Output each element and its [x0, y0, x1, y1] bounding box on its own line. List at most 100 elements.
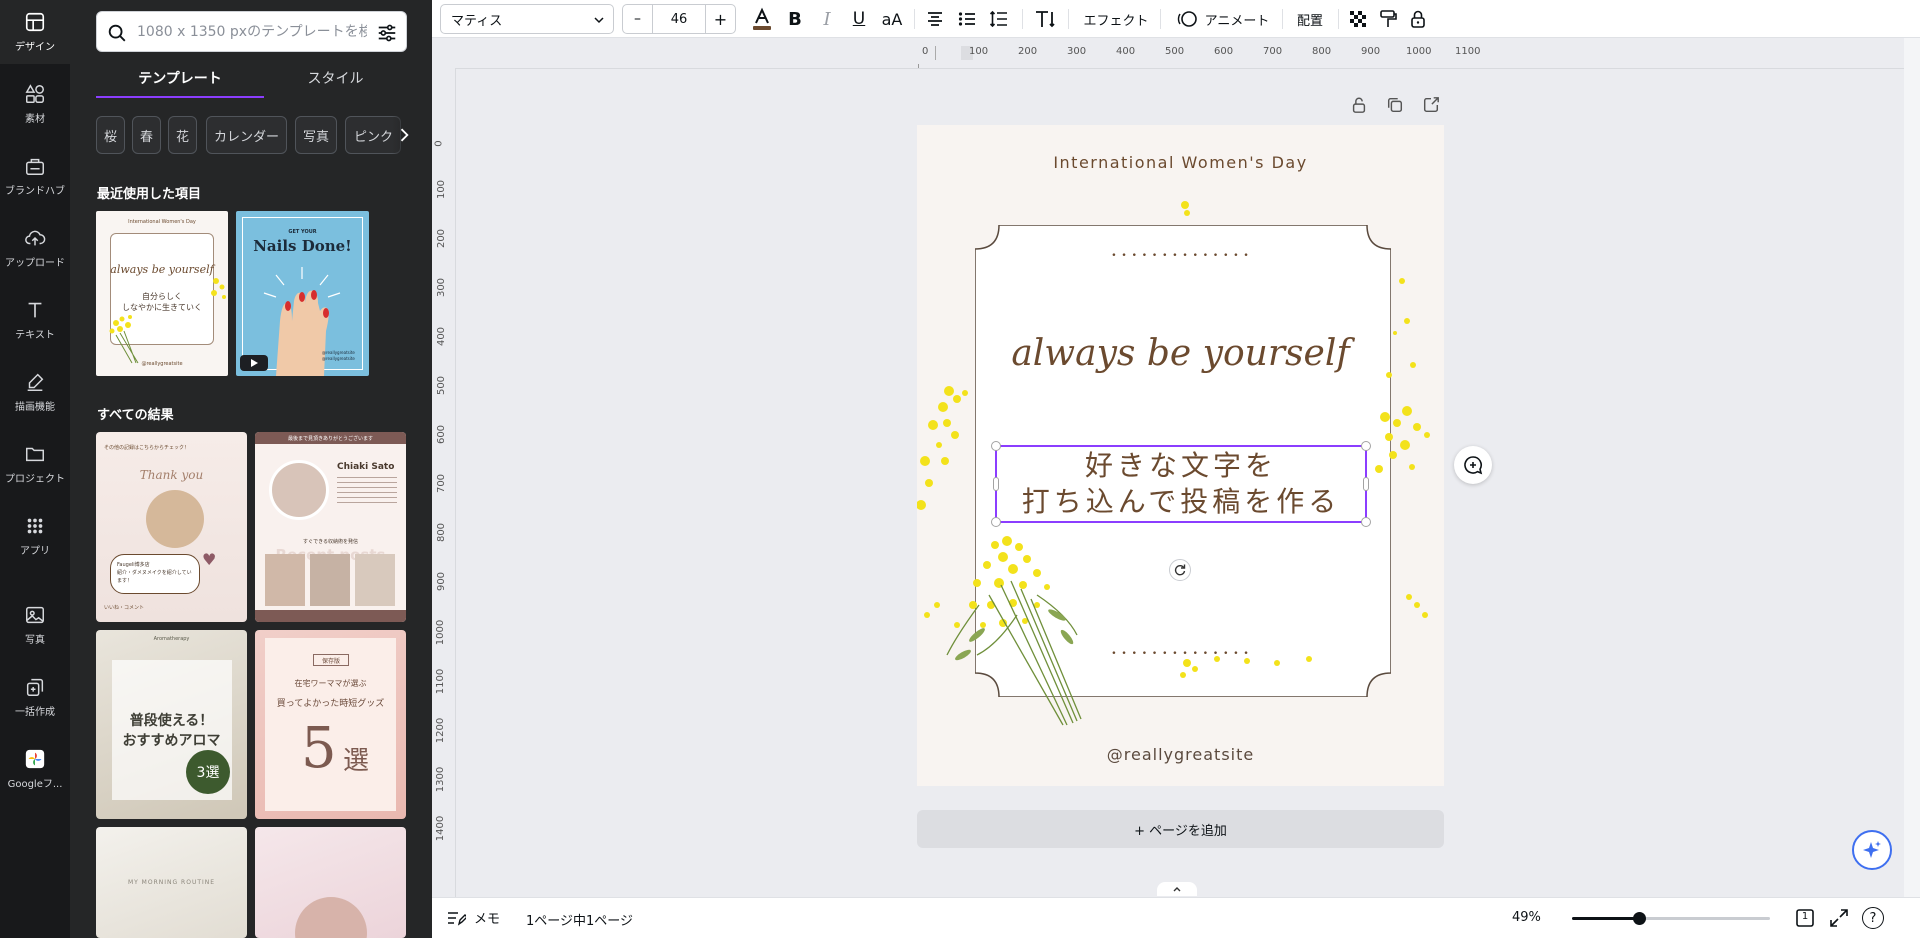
thumb-line1: 普段使える！ [129, 713, 214, 729]
rail-label: アップロード [5, 258, 65, 269]
rail-draw[interactable]: 描画機能 [0, 360, 70, 424]
chip-spring[interactable]: 春 [132, 116, 161, 154]
thumb-text: いいね・コメント [104, 605, 145, 611]
font-select[interactable]: マティス [440, 4, 614, 34]
chip-sakura[interactable]: 桜 [96, 116, 125, 154]
transparency-button[interactable] [1344, 4, 1372, 34]
underline-button[interactable]: U [844, 4, 874, 34]
help-icon: ? [1869, 910, 1877, 926]
templates-panel: テンプレート スタイル 桜 春 花 カレンダー 写真 ピンク 最近使用した項目 … [70, 0, 432, 938]
ruler-label: 700 [436, 473, 448, 494]
ruler-label: 200 [436, 228, 448, 249]
chip-photo[interactable]: 写真 [295, 116, 337, 154]
letter-case-button[interactable]: aA [876, 4, 908, 34]
notes-button[interactable]: メモ [446, 908, 500, 927]
result-thumb-goods[interactable]: 保存版 在宅ワーママが選ぶ 買ってよかった時短グッズ 5 選 [255, 630, 406, 819]
italic-button[interactable]: I [812, 4, 842, 34]
ruler-label: 500 [1165, 46, 1185, 57]
result-thumb-pink[interactable] [255, 827, 406, 938]
help-button[interactable]: ? [1862, 907, 1884, 929]
upload-icon [25, 230, 46, 246]
vertical-scrollbar[interactable] [1904, 38, 1920, 897]
tab-underline [96, 96, 264, 98]
rail-label: ブランドハブ [5, 186, 65, 197]
text-color-icon [753, 7, 771, 30]
magic-assistant-button[interactable] [1852, 830, 1892, 870]
add-comment-button[interactable] [1454, 446, 1492, 484]
result-thumb-thank-you[interactable]: その他の記録はこちらからチェック！ Thank you Faugeli博多店 紹介… [96, 432, 247, 622]
rail-brand[interactable]: ブランドハブ [0, 144, 70, 208]
photo-icon [26, 606, 44, 624]
rail-elements[interactable]: 素材 [0, 72, 70, 136]
result-thumb-aroma[interactable]: Aromatherapy 普段使える！ おすすめアロマ 3選 [96, 630, 247, 819]
thumb-text: 最後まで見頂きありがとうございます [255, 432, 406, 444]
copy-style-button[interactable] [1374, 4, 1402, 34]
ruler-tick [918, 64, 919, 68]
thumb-script: Thank you [139, 468, 204, 482]
align-button[interactable] [920, 4, 950, 34]
position-button[interactable]: 配置 [1288, 4, 1332, 34]
rail-upload[interactable]: アップロード [0, 216, 70, 280]
bullet-list-icon [958, 12, 975, 26]
chevron-right-icon[interactable] [394, 125, 414, 145]
handle-text[interactable]: @reallygreatsite [917, 745, 1444, 764]
rail-text[interactable]: テキスト [0, 288, 70, 352]
zoom-slider-knob[interactable] [1633, 912, 1646, 925]
fullscreen-button[interactable] [1828, 907, 1850, 933]
rail-design[interactable]: デザイン [0, 0, 70, 64]
font-size-input[interactable]: 46 [653, 5, 705, 33]
bold-button[interactable]: B [780, 4, 810, 34]
duplicate-page-icon[interactable] [1386, 96, 1404, 114]
rail-bulk-create[interactable]: 一括作成 [0, 665, 70, 729]
ruler-label: 200 [1018, 46, 1038, 57]
chip-flower[interactable]: 花 [168, 116, 197, 154]
ruler-label: 300 [436, 277, 448, 298]
result-thumb-profile[interactable]: 最後まで見頂きありがとうございます Chiaki Sato すぐできる収納術を発… [255, 432, 406, 622]
chevron-up-icon [1173, 887, 1181, 892]
effects-button[interactable]: エフェクト [1076, 4, 1156, 34]
apps-icon [27, 518, 43, 534]
ruler-label: 1100 [1455, 46, 1481, 57]
tab-templates[interactable]: テンプレート [96, 68, 264, 88]
design-page[interactable]: International Women's Day • • • • • • • … [917, 125, 1444, 786]
chip-calendar[interactable]: カレンダー [206, 116, 287, 154]
add-page-button[interactable]: + ページを追加 [917, 810, 1444, 848]
thumb-line2: 買ってよかった時短グッズ [276, 699, 385, 709]
recent-thumb-nails[interactable]: GET YOUR Nails Done! @reallygreatsite @re… [236, 211, 369, 376]
search-input[interactable] [137, 22, 367, 42]
result-thumb-morning[interactable]: MY MORNING ROUTINE [96, 827, 247, 938]
rail-apps[interactable]: アプリ [0, 504, 70, 568]
animate-button[interactable]: アニメート [1168, 4, 1278, 34]
rail-google-photos[interactable]: Googleフ... [0, 737, 70, 801]
zoom-slider[interactable] [1572, 912, 1770, 925]
rail-label: Googleフ... [7, 779, 63, 790]
toolbar-divider [1022, 9, 1023, 29]
toolbar-divider [1338, 9, 1339, 29]
vertical-text-button[interactable] [1030, 4, 1060, 34]
spacing-button[interactable] [984, 4, 1014, 34]
zoom-level[interactable]: 49% [1512, 910, 1541, 925]
toolbar-divider [914, 9, 915, 29]
thumb-text: 紹介・ダメヌメイクを紹介しています！ [117, 570, 192, 584]
font-size-increase-button[interactable]: + [705, 5, 735, 33]
rail-label: 一括作成 [15, 707, 55, 718]
rail-photos[interactable]: 写真 [0, 593, 70, 657]
tab-styles[interactable]: スタイル [264, 68, 407, 88]
mimosa-illustration [109, 315, 139, 364]
lock-page-icon[interactable] [1350, 96, 1368, 114]
text-color-button[interactable] [746, 4, 778, 34]
page-number: 1 [1801, 911, 1809, 922]
recent-thumb-womens-day[interactable]: International Women's Day always be your… [96, 211, 228, 376]
list-button[interactable] [952, 4, 982, 34]
thumb-text: @reallygreatsite @reallygreatsite [322, 350, 367, 362]
add-page-icon[interactable] [1422, 96, 1440, 114]
page-title-text[interactable]: International Women's Day [917, 153, 1444, 172]
page-view-button[interactable]: 1 [1794, 907, 1816, 929]
filter-icon[interactable] [376, 22, 398, 44]
expand-notes-tab[interactable] [1157, 882, 1197, 896]
rail-projects[interactable]: プロジェクト [0, 432, 70, 496]
canvas-area: 0 100 200 300 400 500 600 700 800 900 10… [432, 38, 1904, 918]
font-size-decrease-button[interactable]: – [623, 5, 653, 33]
lock-button[interactable] [1404, 4, 1432, 34]
page-count[interactable]: 1ページ中1ページ [526, 910, 633, 929]
